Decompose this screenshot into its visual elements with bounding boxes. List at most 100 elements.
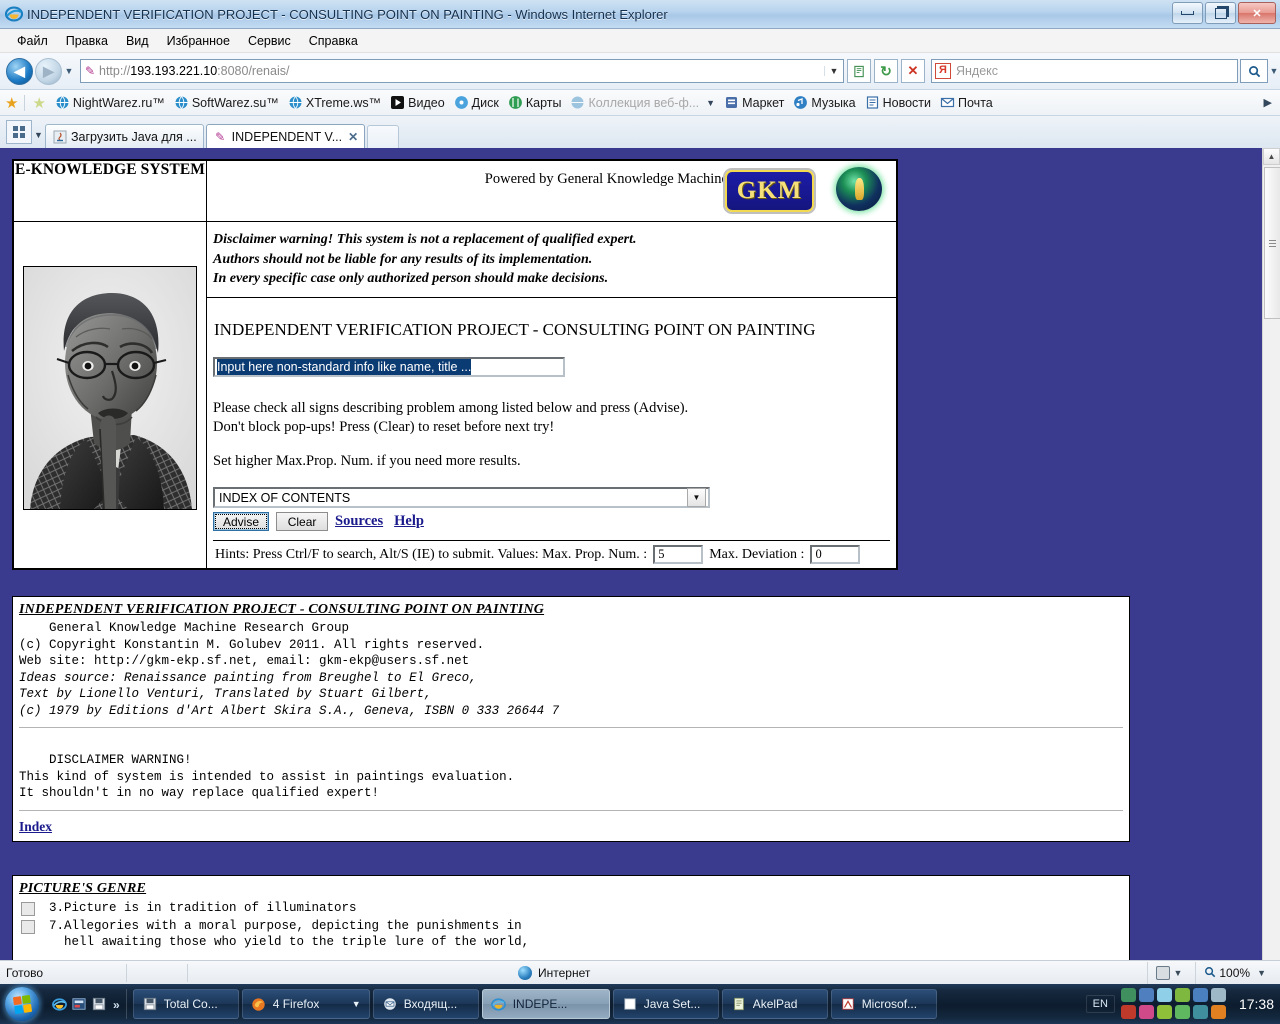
new-tab-button[interactable] <box>367 125 400 148</box>
browser-window: INDEPENDENT VERIFICATION PROJECT - CONSU… <box>0 0 1280 1024</box>
chevron-down-icon[interactable]: ▼ <box>1173 968 1182 978</box>
taskbar-button-microsoft[interactable]: Microsof... <box>830 989 937 1019</box>
search-input[interactable]: Яндекс <box>956 64 1237 78</box>
index-of-contents-select[interactable]: INDEX OF CONTENTS ▼ <box>213 487 710 508</box>
list-item[interactable]: 7.Allegories with a moral purpose, depic… <box>19 918 1123 951</box>
security-zone[interactable]: Интернет <box>518 966 590 980</box>
favorite-xtreme[interactable]: XTreme.ws™ <box>288 95 381 110</box>
clock[interactable]: 17:38 <box>1239 996 1274 1012</box>
genre-checkbox[interactable] <box>21 902 35 916</box>
non-standard-info-input[interactable]: Input here non-standard info like name, … <box>213 356 565 377</box>
globe-icon <box>55 95 70 110</box>
taskbar-button-independent[interactable]: INDEPE... <box>481 989 610 1019</box>
close-button[interactable]: ✕ <box>1238 2 1276 24</box>
start-button[interactable] <box>5 987 39 1021</box>
tab-label: Загрузить Java для ... <box>71 129 197 144</box>
tab-independent-verification[interactable]: ✎ INDEPENDENT V... ✕ <box>205 124 366 148</box>
menu-item-tools[interactable]: Сервис <box>239 32 300 50</box>
menu-item-edit[interactable]: Правка <box>57 32 117 50</box>
portrait-cell <box>13 221 207 569</box>
taskbar-button-total-commander[interactable]: Total Co... <box>132 989 239 1019</box>
status-bar: Готово Интернет ▼ 100% ▼ <box>0 960 1280 985</box>
favorite-video[interactable]: Видео <box>390 95 445 110</box>
scrollbar-thumb[interactable] <box>1264 167 1280 319</box>
chevron-down-icon[interactable]: ▼ <box>352 999 361 1009</box>
max-deviation-input[interactable]: 0 <box>810 545 861 564</box>
search-options-caret[interactable]: ▼ <box>1268 66 1280 76</box>
favorite-mail[interactable]: Почта <box>940 95 993 110</box>
taskbar-button-java-setup[interactable]: Java Set... <box>612 989 719 1019</box>
favorites-overflow-icon[interactable]: ▶ <box>1264 96 1272 109</box>
tab-java[interactable]: Загрузить Java для ... <box>45 124 204 148</box>
add-favorite-icon[interactable]: ★ <box>5 94 18 112</box>
minimize-button[interactable] <box>1172 2 1203 24</box>
taskbar-button-inbox[interactable]: Входящ... <box>372 989 479 1019</box>
address-bar[interactable]: ✎ http://193.193.221.10:8080/renais/ ▼ <box>80 59 844 83</box>
clear-button[interactable]: Clear <box>276 512 329 531</box>
save-icon[interactable] <box>91 996 107 1012</box>
search-icon[interactable] <box>1240 59 1268 83</box>
compatibility-view-icon[interactable] <box>847 59 871 83</box>
scroll-up-icon[interactable]: ▲ <box>1263 148 1280 165</box>
list-item[interactable]: 3.Picture is in tradition of illuminator… <box>19 900 1123 917</box>
advise-button[interactable]: Advise <box>213 512 270 531</box>
favorite-collection[interactable]: Коллекция веб-ф... ▼ <box>570 95 715 110</box>
tray-icons[interactable] <box>1120 988 1227 1020</box>
app-icon[interactable] <box>71 996 87 1012</box>
menu-item-view[interactable]: Вид <box>117 32 158 50</box>
max-prop-num-input[interactable]: 5 <box>653 545 704 564</box>
maximize-button[interactable] <box>1205 2 1236 24</box>
forward-button[interactable]: ▶ <box>35 57 62 85</box>
chevron-down-icon[interactable]: ▼ <box>706 98 715 108</box>
select-value: INDEX OF CONTENTS <box>219 490 351 505</box>
tab-list-caret-icon[interactable]: ▼ <box>32 130 45 140</box>
quick-launch-overflow-icon[interactable]: » <box>113 998 120 1012</box>
instruction-line-1: Please check all signs describing proble… <box>213 399 689 416</box>
about-source-line-3: (c) 1979 by Editions d'Art Albert Skira … <box>19 703 560 718</box>
favorite-maps[interactable]: Карты <box>508 95 561 110</box>
quick-tabs-button[interactable] <box>6 120 32 144</box>
magnifier-icon <box>1204 966 1216 981</box>
tab-close-icon[interactable]: ✕ <box>348 130 358 144</box>
portrait-drawing <box>24 267 196 509</box>
favorite-disk[interactable]: Диск <box>454 95 499 110</box>
back-button[interactable]: ◀ <box>6 57 33 85</box>
disclaimer-block: Disclaimer warning! This system is not a… <box>207 222 896 298</box>
genre-checkbox[interactable] <box>21 919 35 934</box>
zoom-control[interactable]: 100% ▼ <box>1195 962 1274 984</box>
chevron-down-icon[interactable]: ▼ <box>687 488 706 507</box>
taskbar-button-label: Microsof... <box>861 997 918 1011</box>
favorites-bar-icon[interactable]: ★ <box>32 94 45 112</box>
scroll-down-icon[interactable] <box>1263 943 1280 960</box>
menu-item-file[interactable]: Файл <box>8 32 57 50</box>
chevron-down-icon[interactable]: ▼ <box>1257 968 1266 978</box>
favorite-softwarez[interactable]: SoftWarez.su™ <box>174 95 279 110</box>
menu-item-help[interactable]: Справка <box>300 32 367 50</box>
favorite-news[interactable]: Новости <box>865 95 931 110</box>
quick-launch-bar: » <box>51 996 120 1012</box>
index-link[interactable]: Index <box>19 819 52 834</box>
favorite-music[interactable]: Музыка <box>793 95 856 110</box>
disclaimer-warning-heading: DISCLAIMER WARNING! <box>19 753 192 767</box>
stop-button[interactable]: ✕ <box>901 59 925 83</box>
protected-mode-indicator[interactable]: ▼ <box>1147 962 1190 984</box>
menu-item-favorites[interactable]: Избранное <box>158 32 239 50</box>
tray-icon-2 <box>1138 988 1154 1002</box>
taskbar-button-firefox[interactable]: 4 Firefox ▼ <box>241 989 370 1019</box>
divider <box>19 809 1123 811</box>
help-link[interactable]: Help <box>394 513 424 530</box>
taskbar-button-label: Total Co... <box>163 997 218 1011</box>
sources-link[interactable]: Sources <box>335 513 383 530</box>
search-box[interactable]: Я Яндекс <box>931 59 1238 83</box>
history-dropdown-icon[interactable]: ▼ <box>62 66 76 76</box>
ie-icon[interactable] <box>51 996 67 1012</box>
taskbar-button-label: Java Set... <box>643 997 701 1011</box>
favorite-nightwarez[interactable]: NightWarez.ru™ <box>55 95 165 110</box>
favorite-market[interactable]: Маркет <box>724 95 784 110</box>
chevron-down-icon[interactable]: ▼ <box>824 66 843 76</box>
address-text: http://193.193.221.10:8080/renais/ <box>99 64 290 78</box>
refresh-button[interactable]: ↻ <box>874 59 898 83</box>
taskbar-button-akelpad[interactable]: AkelPad <box>721 989 828 1019</box>
vertical-scrollbar[interactable]: ▲ <box>1262 148 1280 960</box>
language-indicator[interactable]: EN <box>1085 995 1115 1013</box>
